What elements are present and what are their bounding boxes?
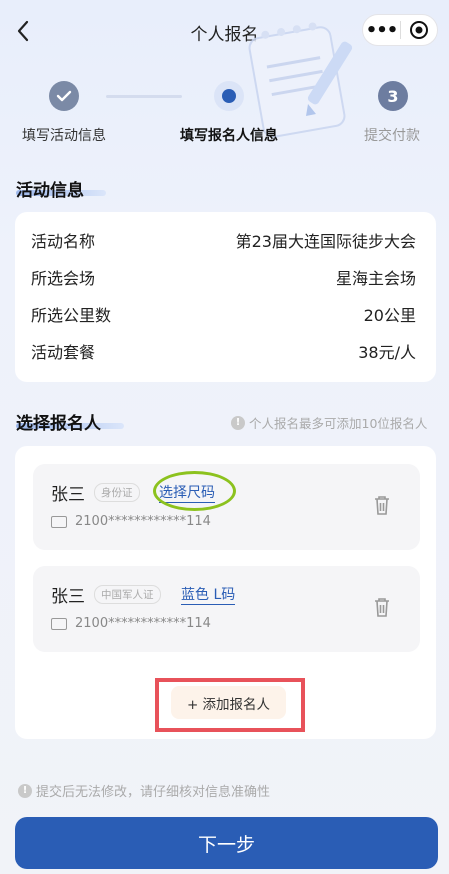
id-number: 2100************114 [75,616,211,631]
info-icon: ! [231,415,245,430]
id-card-icon [51,617,67,630]
id-number-line: 2100************114 [51,616,211,631]
registrant-name: 张三 [51,587,85,607]
id-type-tag: 中国军人证 [94,585,161,604]
info-icon: ! [18,783,32,798]
row-label: 活动套餐 [31,343,96,362]
activity-info-card: 活动名称 第23届大连国际徒步大会 所选会场 星海主会场 所选公里数 20公里 … [15,212,436,382]
activity-section-title: 活动信息 [16,181,84,201]
row-value: 第23届大连国际徒步大会 [235,232,416,251]
activity-row: 活动名称 第23届大连国际徒步大会 [31,228,416,252]
registrants-card: 张三 身份证 选择尺码 2100************114 张三 中国军人证… [15,446,436,739]
activity-row: 活动套餐 38元/人 [31,339,416,363]
delete-trash-icon[interactable] [373,596,393,618]
registrants-section-title: 选择报名人 [16,414,101,434]
row-label: 所选公里数 [31,306,112,325]
activity-row: 所选公里数 20公里 [31,302,416,326]
id-card-icon [51,515,67,528]
registrant-item[interactable]: 张三 中国军人证 蓝色 L码 2100************114 [33,566,420,652]
id-number: 2100************114 [75,514,211,529]
registrant-name: 张三 [51,485,85,505]
registrant-item[interactable]: 张三 身份证 选择尺码 2100************114 [33,464,420,550]
nav-bar: 个人报名 ••• [0,0,449,62]
more-icon[interactable]: ••• [363,20,400,41]
miniprogram-capsule: ••• [362,14,438,46]
row-value: 38元/人 [358,343,416,362]
max-registrants-hint: ! 个人报名最多可添加10位报名人 [231,413,427,432]
delete-trash-icon[interactable] [373,494,393,516]
row-label: 活动名称 [31,232,96,251]
hint-text: 个人报名最多可添加10位报名人 [249,416,428,431]
step-done-check-icon [49,81,79,111]
selected-size-link[interactable]: 蓝色 L码 [181,584,236,605]
highlight-ring [153,471,236,511]
next-step-button[interactable]: 下一步 [15,817,438,869]
submit-notice: ! 提交后无法修改，请仔细核对信息准确性 [18,781,270,800]
row-value: 星海主会场 [335,269,416,288]
step-2-label: 填写报名人信息 [180,128,278,144]
id-type-tag: 身份证 [94,483,140,502]
id-number-line: 2100************114 [51,514,211,529]
row-value: 20公里 [363,306,416,325]
step-3-badge: 3 [378,81,408,111]
add-registrant-button[interactable]: + 添加报名人 [171,686,286,719]
step-current-dot-icon [214,81,244,111]
row-label: 所选会场 [31,269,96,288]
step-1-label: 填写活动信息 [22,128,106,144]
notice-text: 提交后无法修改，请仔细核对信息准确性 [36,785,271,800]
activity-row: 所选会场 星海主会场 [31,265,416,289]
step-3-label: 提交付款 [364,128,420,144]
close-target-icon[interactable] [401,20,437,40]
step-connector [106,95,182,98]
